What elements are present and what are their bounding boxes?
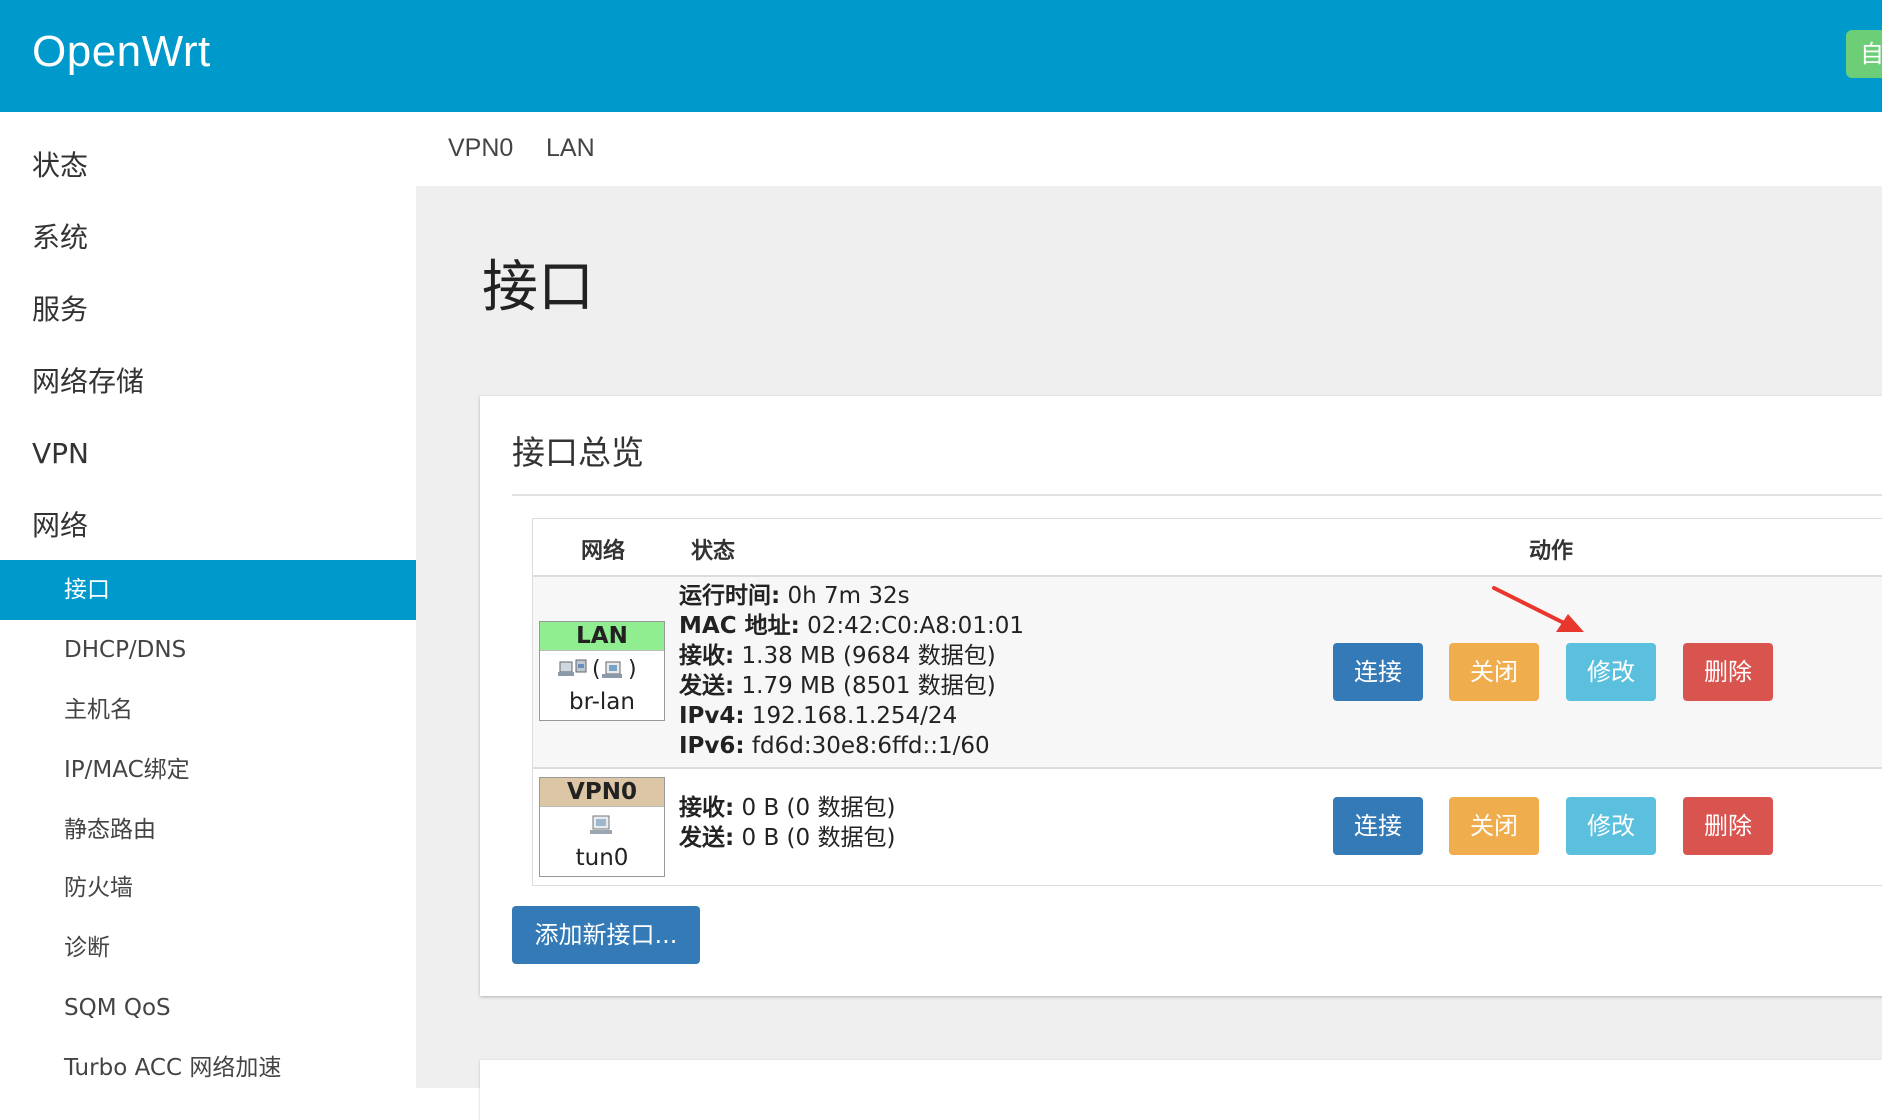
status-uptime: 运行时间: 0h 7m 32s [679,583,910,609]
status-ipv4: IPv4: 192.168.1.254/24 [679,703,958,729]
sidebar-item-firewall[interactable]: 防火墙 [0,858,416,918]
sidebar-item-sqm-qos[interactable]: SQM QoS [0,978,416,1038]
table-row: LAN ( ) br-lan 运行时间: 0h 7m 32s MAC 地址: 0… [533,575,1882,769]
edit-button-vpn0[interactable]: 修改 [1566,797,1656,855]
sidebar-item-dhcp-dns[interactable]: DHCP/DNS [0,620,416,680]
svg-text:(: ( [592,657,601,682]
interfaces-table: 网络 状态 动作 LAN () br-lan 运行时间: 0h 7m 32s … [532,518,1882,886]
network-name: LAN [540,622,664,651]
interfaces-overview-panel: 接口总览 网络 状态 动作 LAN () br-lan 运行时间: 0h 7m… [480,396,1882,996]
stop-button-vpn0[interactable]: 关闭 [1449,797,1539,855]
svg-text:): ) [628,657,637,682]
delete-button-vpn0[interactable]: 删除 [1683,797,1773,855]
sidebar-item-status[interactable]: 状态 [32,146,88,186]
network-badge-vpn0[interactable]: VPN0 tun0 [539,777,665,877]
tab-vpn0[interactable]: VPN0 [448,134,513,163]
connect-button-vpn0[interactable]: 连接 [1333,797,1423,855]
status-rx: 接收: 0 B (0 数据包) [679,795,896,821]
network-device: tun0 [575,845,629,871]
sidebar-item-network[interactable]: 网络 [32,506,88,546]
secondary-panel [480,1060,1882,1120]
sidebar-item-interfaces[interactable]: 接口 [0,560,416,620]
stop-button-lan[interactable]: 关闭 [1449,643,1539,701]
interface-tabs: VPN0 LAN [416,112,1882,186]
status-tx: 发送: 0 B (0 数据包) [679,825,896,851]
network-name: VPN0 [540,778,664,807]
brand-logo[interactable]: OpenWrt [32,27,211,77]
edit-button-lan[interactable]: 修改 [1566,643,1656,701]
column-header-actions: 动作 [1529,539,1574,564]
status-rx: 接收: 1.38 MB (9684 数据包) [679,643,996,669]
status-tx: 发送: 1.79 MB (8501 数据包) [679,673,996,699]
panel-title: 接口总览 [512,433,644,472]
sidebar: 状态 系统 服务 网络存储 VPN 网络 接口 DHCP/DNS 主机名 IP/… [0,112,416,1088]
sidebar-item-nas[interactable]: 网络存储 [32,362,144,402]
table-row: VPN0 tun0 接收: 0 B (0 数据包) 发送: 0 B (0 数据包… [533,767,1882,885]
header-action-button[interactable]: 自 [1846,30,1882,78]
delete-button-lan[interactable]: 删除 [1683,643,1773,701]
sidebar-item-static-routes[interactable]: 静态路由 [0,800,416,860]
status-mac: MAC 地址: 02:42:C0:A8:01:01 [679,613,1024,639]
sidebar-item-diagnostics[interactable]: 诊断 [0,918,416,978]
main-content: 接口 接口总览 网络 状态 动作 LAN () br-lan 运行时间: 0h… [416,186,1882,1120]
network-badge-lan[interactable]: LAN ( ) br-lan [539,621,665,721]
sidebar-item-system[interactable]: 系统 [32,218,88,258]
add-interface-button[interactable]: 添加新接口... [512,906,700,964]
sidebar-item-vpn[interactable]: VPN [32,434,89,474]
connect-button-lan[interactable]: 连接 [1333,643,1423,701]
column-header-status: 状态 [691,539,736,564]
bridge-icon: ( ) [540,651,664,687]
tunnel-icon [540,807,664,843]
page-title: 接口 [482,255,594,320]
top-header: OpenWrt 自 [0,0,1882,112]
sidebar-item-ip-mac-binding[interactable]: IP/MAC绑定 [0,740,416,800]
sidebar-item-turbo-acc[interactable]: Turbo ACC 网络加速 [0,1038,416,1098]
status-ipv6: IPv6: fd6d:30e8:6ffd::1/60 [679,733,990,759]
column-header-network: 网络 [581,539,626,564]
sidebar-item-services[interactable]: 服务 [32,290,88,330]
network-device: br-lan [569,689,635,715]
sidebar-item-hostnames[interactable]: 主机名 [0,680,416,740]
tab-lan[interactable]: LAN [546,134,595,163]
panel-divider [512,494,1882,496]
